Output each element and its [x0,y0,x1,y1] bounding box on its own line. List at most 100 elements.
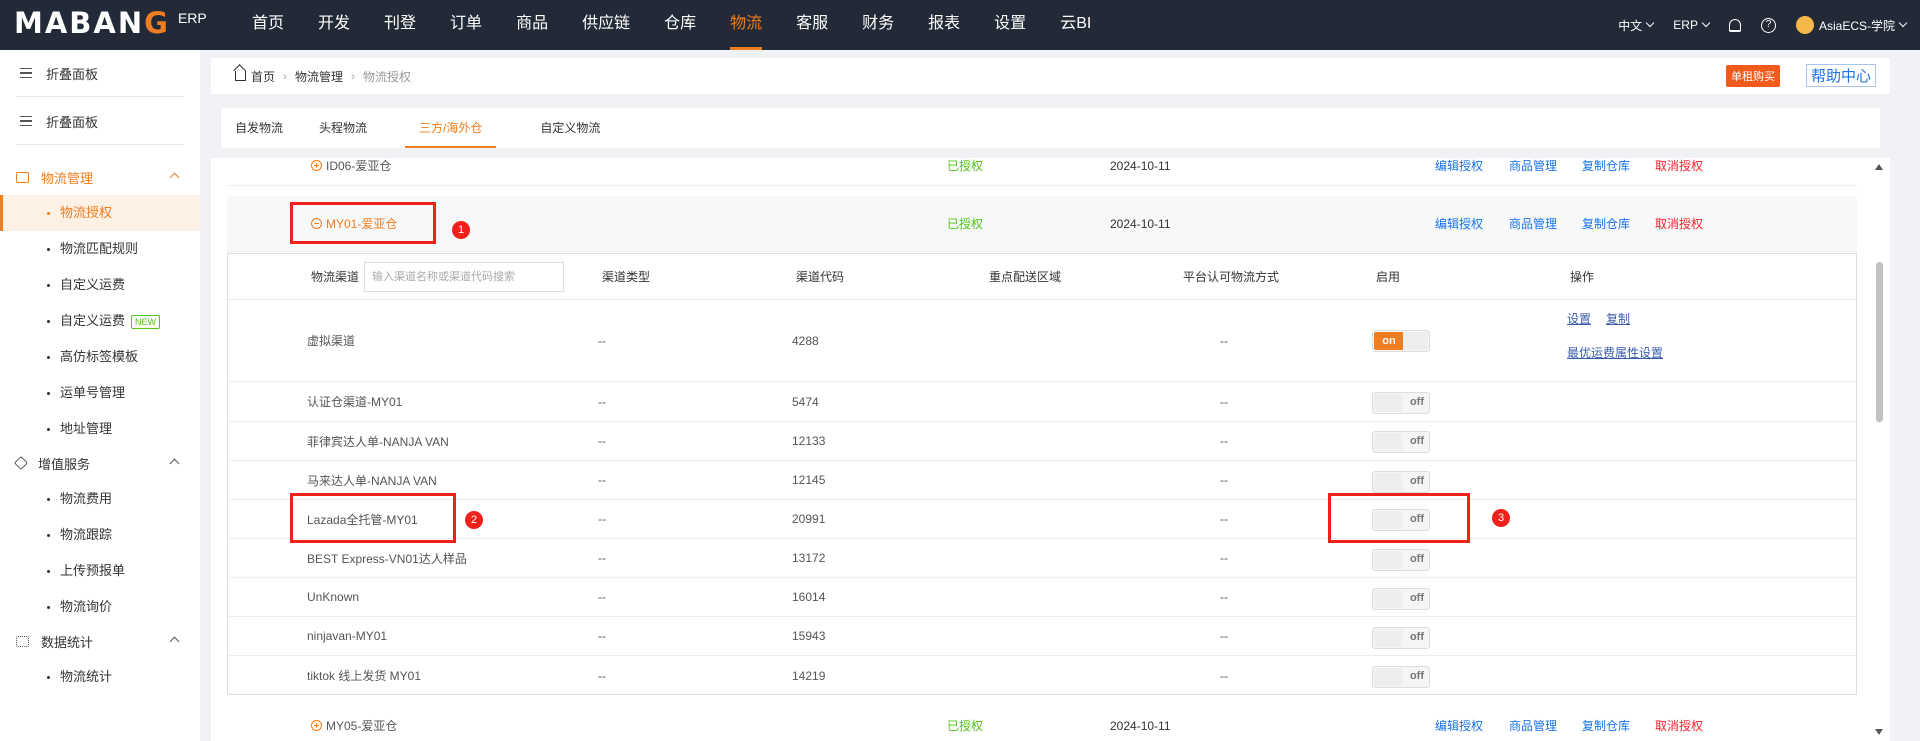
sidebar-item-label-template[interactable]: 高仿标签模板 [0,339,200,375]
nav-service[interactable]: 客服 [779,0,845,50]
enable-toggle[interactable]: off [1372,666,1430,688]
sidebar-group-value-added[interactable]: 增值服务 [0,448,200,478]
nav-dev[interactable]: 开发 [301,0,367,50]
warehouse-name[interactable]: MY05-爱亚仓 [311,703,397,741]
goods-mgmt-link[interactable]: 商品管理 [1509,196,1557,252]
sidebar-item-address-mgmt[interactable]: 地址管理 [0,411,200,447]
channel-code: 12145 [792,473,826,487]
toggle-label: off [1409,475,1424,487]
breadcrumb-current: 物流授权 [363,69,412,84]
nav-reports[interactable]: 报表 [911,0,977,50]
nav-products[interactable]: 商品 [499,0,565,50]
enable-toggle[interactable]: off [1372,627,1430,649]
nav-warehouse[interactable]: 仓库 [647,0,713,50]
auth-status: 已授权 [947,719,984,733]
enable-toggle[interactable]: off [1372,392,1430,414]
warehouse-list: ID06-爱亚仓 已授权 2024-10-11 编辑授权 商品管理 复制仓库 取… [211,158,1890,741]
tab-self-shipping[interactable]: 自发物流 [221,108,297,148]
sidebar-item-match-rules[interactable]: 物流匹配规则 [0,231,200,267]
edit-auth-link[interactable]: 编辑授权 [1435,158,1483,186]
enable-toggle[interactable]: off [1372,588,1430,610]
breadcrumb-home[interactable]: 首页 [251,68,275,85]
goods-mgmt-link[interactable]: 商品管理 [1509,158,1557,186]
enable-toggle[interactable]: on [1372,330,1430,352]
best-freight-settings-link[interactable]: 最优运费属性设置 [1567,342,1663,362]
copy-link[interactable]: 复制 [1606,308,1630,328]
help-center-button[interactable]: 帮助中心 [1805,64,1876,87]
language-dropdown[interactable]: 中文 [1618,17,1655,34]
sidebar-item-custom-freight-new[interactable]: 自定义运费 NEW [0,303,200,339]
channel-code: 14219 [792,668,826,683]
bell-icon [1728,18,1741,32]
toggle-knob [1374,629,1402,647]
nav-finance[interactable]: 财务 [845,0,911,50]
mabang-logo[interactable]: MABANG ERP [14,6,207,40]
group-label: 物流管理 [41,170,94,186]
tab-first-leg[interactable]: 头程物流 [305,108,381,148]
warehouse-name-text: MY05-爱亚仓 [326,719,398,733]
collapse-panel-1[interactable]: 折叠面板 [0,60,200,86]
enable-toggle[interactable]: off [1372,471,1430,493]
nav-logistics[interactable]: 物流 [713,0,779,50]
breadcrumb-logistics-mgmt[interactable]: 物流管理 [295,68,343,85]
copy-warehouse-link[interactable]: 复制仓库 [1582,158,1630,186]
sidebar-item-waybill-mgmt[interactable]: 运单号管理 [0,375,200,411]
tab-custom-logistics[interactable]: 自定义物流 [526,108,614,148]
scrollbar-thumb[interactable] [1876,262,1883,422]
auth-date: 2024-10-11 [1110,159,1171,173]
nav-settings[interactable]: 设置 [977,0,1043,50]
sidebar-item-inquiry[interactable]: 物流询价 [0,589,200,625]
group-label: 增值服务 [38,456,91,472]
channel-type: -- [598,629,606,643]
collapse-panel-2[interactable]: 折叠面板 [0,108,200,134]
sidebar-item-custom-freight[interactable]: 自定义运费 [0,267,200,303]
set-link[interactable]: 设置 [1567,308,1591,328]
user-menu[interactable]: AsiaECS-学院 [1795,16,1908,34]
scroll-down-arrow-icon[interactable] [1875,729,1883,735]
enable-toggle[interactable]: off [1372,431,1430,453]
channel-search-input[interactable]: 输入渠道名称或渠道代码搜索 [364,262,564,292]
cancel-auth-link[interactable]: 取消授权 [1655,158,1703,186]
goods-mgmt-link[interactable]: 商品管理 [1509,703,1557,741]
col-type: 渠道类型 [602,270,651,284]
channel-platform: -- [1220,668,1228,683]
collapse-panel-label: 折叠面板 [46,114,99,130]
channel-platform: -- [1220,512,1228,526]
buy-button[interactable]: 单租购买 [1726,65,1780,87]
edit-auth-link[interactable]: 编辑授权 [1435,703,1483,741]
question-icon: ? [1760,17,1776,33]
sidebar-item-tracking[interactable]: 物流跟踪 [0,517,200,553]
annotation-marker-3: 3 [1492,509,1510,527]
sidebar-group-statistics[interactable]: 数据统计 [0,626,200,656]
nav-supply-chain[interactable]: 供应链 [565,0,647,50]
edit-auth-link[interactable]: 编辑授权 [1435,196,1483,252]
nav-cloud-bi[interactable]: 云BI [1043,0,1108,50]
toggle-label: off [1409,670,1424,682]
copy-warehouse-link[interactable]: 复制仓库 [1582,703,1630,741]
notification-button[interactable] [1728,18,1741,32]
nav-listing[interactable]: 刊登 [367,0,433,50]
copy-warehouse-link[interactable]: 复制仓库 [1582,196,1630,252]
erp-dropdown[interactable]: ERP [1673,18,1711,32]
help-button[interactable]: ? [1760,17,1776,33]
sidebar-item-logistics-stats[interactable]: 物流统计 [0,659,200,695]
chevron-up-icon [169,458,180,469]
tab-third-party-warehouse[interactable]: 三方/海外仓 [405,108,497,148]
top-nav-bar: MABANG ERP 首页 开发 刊登 订单 商品 供应链 仓库 物流 客服 财… [0,0,1920,50]
user-name: AsiaECS-学院 [1818,18,1895,33]
enable-toggle[interactable]: off [1372,549,1430,571]
nav-home[interactable]: 首页 [235,0,301,50]
cancel-auth-link[interactable]: 取消授权 [1655,196,1703,252]
channel-name: 虚拟渠道 [307,334,356,348]
cancel-auth-link[interactable]: 取消授权 [1655,703,1703,741]
vertical-scrollbar[interactable] [1874,162,1884,737]
scroll-up-arrow-icon[interactable] [1875,164,1883,170]
sidebar-item-logistics-fee[interactable]: 物流费用 [0,481,200,517]
nav-orders[interactable]: 订单 [433,0,499,50]
warehouse-name[interactable]: ID06-爱亚仓 [311,158,391,186]
sidebar-group-logistics-mgmt[interactable]: 物流管理 [0,162,200,192]
sidebar-item-logistics-auth[interactable]: 物流授权 [0,195,200,231]
sidebar-item-upload-forecast[interactable]: 上传预报单 [0,553,200,589]
warehouse-name-text: ID06-爱亚仓 [326,159,392,173]
channel-subtable: 物流渠道 输入渠道名称或渠道代码搜索 渠道类型 渠道代码 重点配送区域 平台认可… [227,253,1857,695]
